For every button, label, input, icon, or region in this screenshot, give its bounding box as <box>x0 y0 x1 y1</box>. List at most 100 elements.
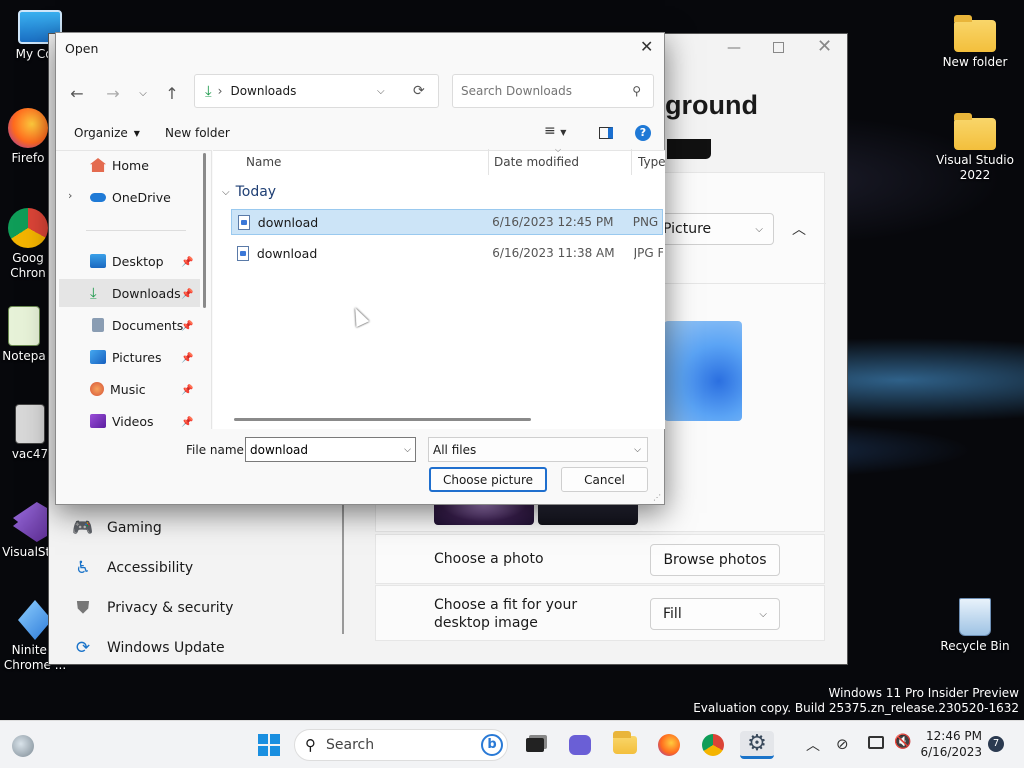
organize-button[interactable]: Organize ▼ <box>74 126 140 140</box>
nav-pane-scrollbar[interactable] <box>203 153 206 308</box>
view-options-icon[interactable]: ≡ ▼ <box>544 123 566 139</box>
browse-photos-button[interactable]: Browse photos <box>650 544 780 576</box>
horizontal-scrollbar[interactable] <box>234 418 531 421</box>
home-icon <box>90 158 106 172</box>
preview-pane-icon[interactable] <box>599 127 613 139</box>
forward-icon[interactable]: → <box>101 81 125 105</box>
fit-dropdown[interactable]: Fill ⌵ <box>650 598 780 630</box>
image-file-icon <box>238 214 250 230</box>
desktop-icon-recycle-bin[interactable]: Recycle Bin <box>935 598 1015 654</box>
resize-grip-icon[interactable]: ⋰ <box>653 493 661 502</box>
tree-separator <box>86 230 186 231</box>
back-icon[interactable]: ← <box>65 81 89 105</box>
image-file-icon <box>237 245 249 261</box>
page-title: ground <box>665 90 758 120</box>
group-header-today[interactable]: ⌵ Today <box>222 184 276 200</box>
documents-icon <box>92 318 104 332</box>
start-button[interactable] <box>254 731 284 759</box>
collapse-chevron-icon: ⌵ <box>222 186 230 198</box>
accessibility-icon: ♿ <box>75 558 91 578</box>
teams-chat-icon[interactable] <box>565 731 595 759</box>
recycle-bin-icon <box>959 598 991 636</box>
show-hidden-icons-icon[interactable]: ︿ <box>806 735 820 755</box>
minimize-button[interactable]: — <box>727 40 741 56</box>
fit-row: Choose a fit for your desktop image Fill… <box>375 585 825 641</box>
nav-item-privacy[interactable]: ⛊ Privacy & security <box>73 598 234 618</box>
recent-locations-icon[interactable]: ⌵ <box>131 81 155 105</box>
clock[interactable]: 12:46 PM 6/16/2023 <box>920 728 982 760</box>
downloads-icon: ⤓ <box>205 82 212 100</box>
wallpaper-preview[interactable] <box>664 321 742 421</box>
chrome-taskbar-icon[interactable] <box>698 731 728 759</box>
gaming-icon: 🎮 <box>72 518 94 538</box>
column-header-name[interactable]: Name <box>246 155 281 169</box>
taskbar-search-box[interactable]: ⚲ Search b <box>294 729 508 761</box>
volume-muted-icon[interactable]: 🔇 <box>894 734 911 750</box>
chevron-down-icon: ⌵ <box>634 444 641 455</box>
desktop-icon-notepad[interactable]: Notepa <box>0 306 54 364</box>
tree-item-onedrive[interactable]: OneDrive <box>90 183 200 211</box>
file-explorer-icon[interactable] <box>610 731 640 759</box>
notification-badge[interactable]: 7 <box>988 736 1004 752</box>
choose-photo-label: Choose a photo <box>434 551 544 567</box>
firefox-icon <box>8 108 48 148</box>
file-type-dropdown[interactable]: All files ⌵ <box>428 437 648 462</box>
breadcrumb-downloads[interactable]: Downloads <box>230 84 296 98</box>
recent-image-1[interactable] <box>434 503 534 525</box>
refresh-icon[interactable]: ⟳ <box>413 83 425 99</box>
dropdown-arrow-icon: ▼ <box>133 128 140 138</box>
network-icon[interactable]: ⊘ <box>836 735 849 753</box>
desktop-icon <box>90 254 106 268</box>
address-bar[interactable]: ⤓ › Downloads ⌵ ⟳ <box>194 74 439 108</box>
nav-item-accessibility[interactable]: ♿ Accessibility <box>73 558 193 578</box>
close-button[interactable]: ✕ <box>817 36 832 57</box>
filename-input[interactable] <box>250 442 395 457</box>
cancel-button[interactable]: Cancel <box>561 467 648 492</box>
chrome-icon <box>8 208 48 248</box>
display-icon[interactable] <box>868 736 884 749</box>
notepad-icon <box>8 306 40 346</box>
background-type-dropdown[interactable]: Picture ⌵ <box>652 213 774 245</box>
chevron-down-icon[interactable]: ⌵ <box>404 445 411 455</box>
update-icon: ⟳ <box>75 638 91 658</box>
settings-taskbar-icon[interactable]: ⚙ <box>740 731 774 759</box>
search-icon: ⚲ <box>632 84 641 98</box>
ninite-icon <box>18 600 52 640</box>
windows-logo-icon <box>258 734 280 756</box>
pin-icon: 📌 <box>181 321 194 332</box>
column-header-date[interactable]: Date modified <box>494 155 579 169</box>
recent-image-2[interactable] <box>538 503 638 525</box>
sort-indicator-icon: ⌵ <box>555 145 562 154</box>
address-dropdown-icon[interactable]: ⌵ <box>377 86 385 97</box>
tree-item-home[interactable]: Home <box>90 151 200 179</box>
new-folder-button[interactable]: New folder <box>165 126 230 140</box>
filename-combobox[interactable]: ⌵ <box>245 437 416 462</box>
fit-label: Choose a fit for your desktop image <box>434 597 578 631</box>
file-row[interactable]: download 6/16/2023 11:38 AM JPG F <box>231 240 663 266</box>
bing-icon: b <box>481 734 503 756</box>
up-icon[interactable]: ↑ <box>160 81 184 105</box>
search-input[interactable] <box>461 84 621 98</box>
pictures-icon <box>90 350 106 364</box>
widgets-icon[interactable] <box>12 735 34 757</box>
column-divider <box>488 149 489 175</box>
pin-icon: 📌 <box>181 353 194 364</box>
task-view-icon[interactable] <box>520 731 550 759</box>
help-icon[interactable]: ? <box>635 125 651 141</box>
shield-icon: ⛊ <box>76 598 90 618</box>
desktop-icon-visual-studio-2022[interactable]: Visual Studio 2022 <box>935 112 1015 183</box>
taskbar: ⚲ Search b ⚙ ︿ ⊘ 🔇 12:46 PM 6/16/2023 7 <box>0 720 1024 768</box>
watermark: Windows 11 Pro Insider Preview Evaluatio… <box>693 686 1019 715</box>
file-row[interactable]: download 6/16/2023 12:45 PM PNG <box>231 209 663 235</box>
firefox-taskbar-icon[interactable] <box>654 731 684 759</box>
nav-item-gaming[interactable]: 🎮 Gaming <box>72 518 161 538</box>
dialog-close-button[interactable]: ✕ <box>640 37 653 56</box>
nav-item-windows-update[interactable]: ⟳ Windows Update <box>73 638 225 658</box>
expand-chevron-icon[interactable]: › <box>68 189 72 202</box>
search-box[interactable]: ⚲ <box>452 74 654 108</box>
collapse-chevron-icon[interactable]: ︿ <box>792 219 806 239</box>
maximize-button[interactable] <box>773 42 784 53</box>
column-header-type[interactable]: Type <box>638 155 665 169</box>
desktop-icon-new-folder[interactable]: New folder <box>935 14 1015 70</box>
choose-picture-button[interactable]: Choose picture <box>429 467 547 492</box>
